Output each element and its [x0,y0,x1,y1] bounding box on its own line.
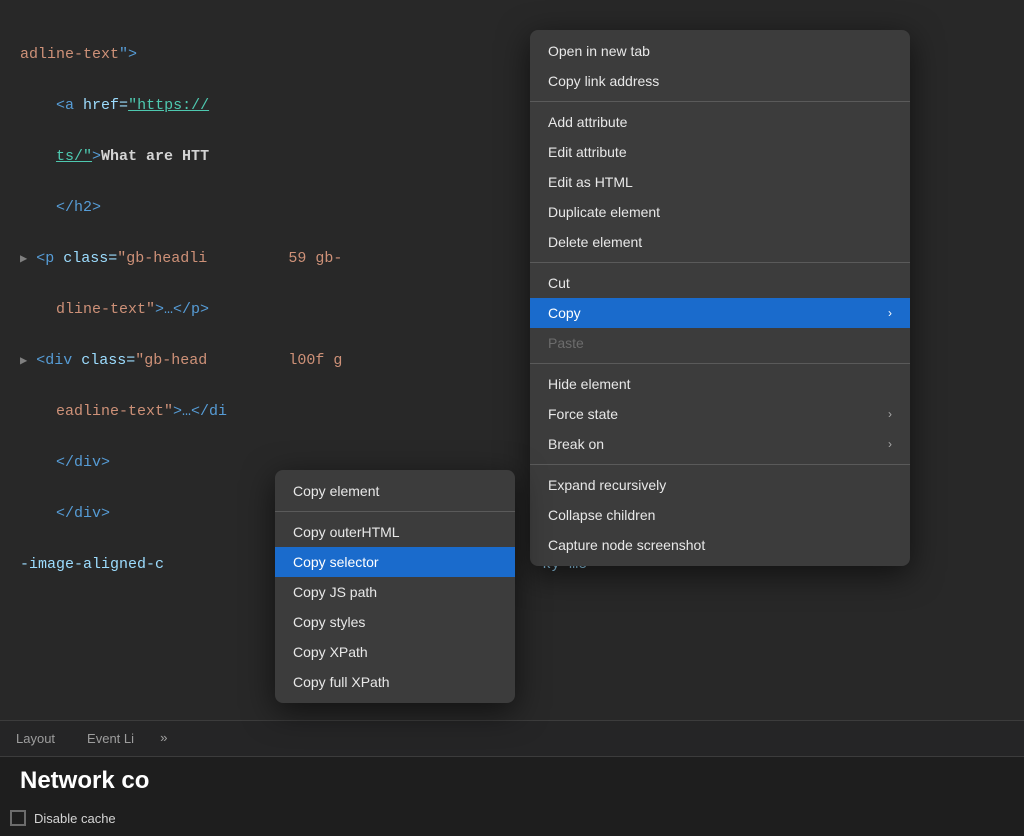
menu-separator-2 [530,262,910,263]
menu-item-open-new-tab[interactable]: Open in new tab [530,36,910,66]
menu-item-duplicate-element[interactable]: Duplicate element [530,197,910,227]
menu-separator-1 [530,101,910,102]
menu-item-edit-as-html[interactable]: Edit as HTML [530,167,910,197]
menu-item-break-on[interactable]: Break on › [530,429,910,459]
bottom-bar: Disable cache Network co [0,756,1024,836]
menu-item-collapse-children[interactable]: Collapse children [530,500,910,530]
menu-item-copy-outerhtml[interactable]: Copy outerHTML [275,517,515,547]
menu-item-copy-styles[interactable]: Copy styles [275,607,515,637]
menu-item-force-state[interactable]: Force state › [530,399,910,429]
context-menu-left: Copy element Copy outerHTML Copy selecto… [275,470,515,703]
menu-separator-3 [530,363,910,364]
menu-item-copy-js-path[interactable]: Copy JS path [275,577,515,607]
disable-cache-checkbox[interactable] [10,810,26,826]
menu-item-copy-link-address[interactable]: Copy link address [530,66,910,96]
menu-item-copy-element[interactable]: Copy element [275,476,515,506]
menu-item-edit-attribute[interactable]: Edit attribute [530,137,910,167]
menu-item-hide-element[interactable]: Hide element [530,369,910,399]
network-console-label: Network co [20,767,149,795]
tab-event-listeners[interactable]: Event Li [81,727,140,750]
left-menu-separator-1 [275,511,515,512]
menu-item-copy-xpath[interactable]: Copy XPath [275,637,515,667]
menu-item-copy-full-xpath[interactable]: Copy full XPath [275,667,515,697]
tab-layout[interactable]: Layout [10,727,61,750]
break-on-arrow-icon: › [888,437,892,451]
menu-item-copy-selector[interactable]: Copy selector [275,547,515,577]
context-menu-right: Open in new tab Copy link address Add at… [530,30,910,566]
menu-item-cut[interactable]: Cut [530,268,910,298]
force-state-arrow-icon: › [888,407,892,421]
menu-item-expand-recursively[interactable]: Expand recursively [530,470,910,500]
menu-item-copy[interactable]: Copy › [530,298,910,328]
menu-item-delete-element[interactable]: Delete element [530,227,910,257]
menu-item-add-attribute[interactable]: Add attribute [530,107,910,137]
menu-separator-4 [530,464,910,465]
copy-arrow-icon: › [888,306,892,320]
tab-more-icon[interactable]: » [160,731,168,746]
disable-cache-area: Disable cache [10,810,116,826]
tab-bar: Layout Event Li » [0,720,1024,756]
menu-item-capture-screenshot[interactable]: Capture node screenshot [530,530,910,560]
disable-cache-label: Disable cache [34,811,116,826]
menu-item-paste: Paste [530,328,910,358]
